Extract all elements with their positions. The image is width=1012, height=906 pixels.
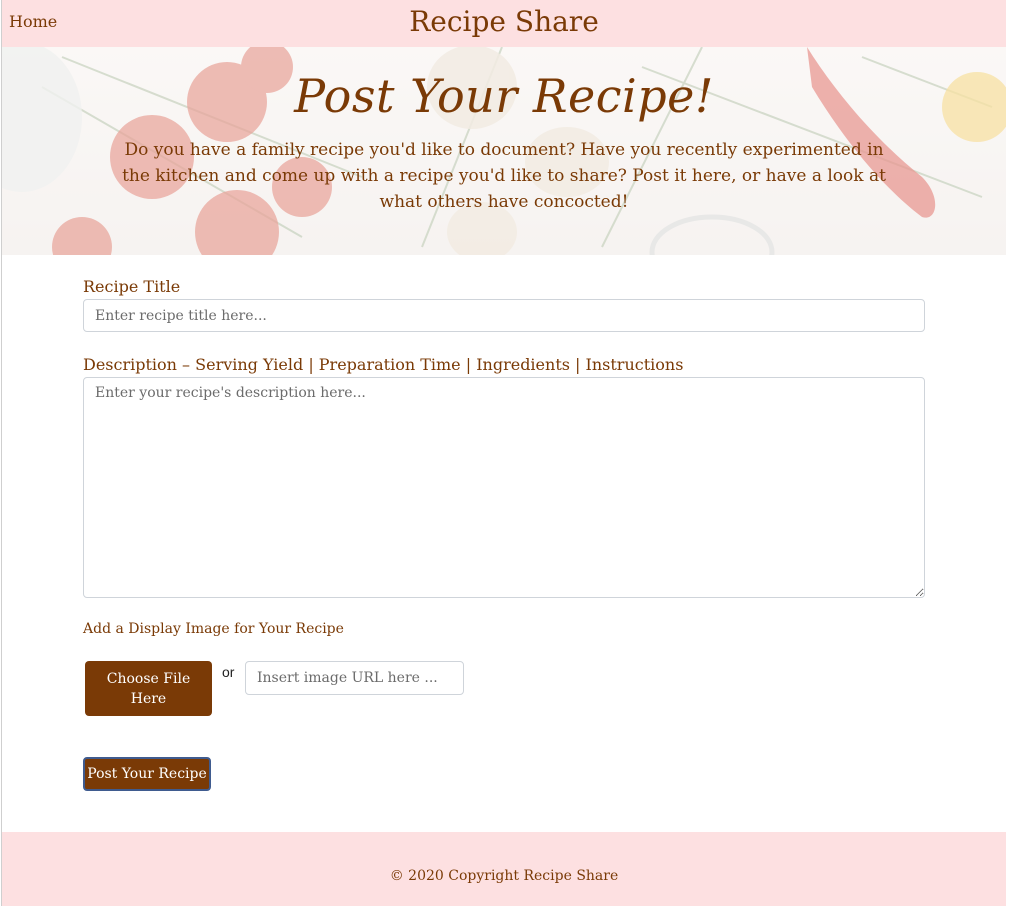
- image-url-input[interactable]: [245, 661, 464, 695]
- footer: © 2020 Copyright Recipe Share: [2, 832, 1006, 906]
- description-label: Description – Serving Yield | Preparatio…: [83, 355, 684, 374]
- description-textarea[interactable]: [83, 377, 925, 598]
- post-recipe-button[interactable]: Post Your Recipe: [83, 757, 211, 791]
- recipe-title-input[interactable]: [83, 299, 925, 332]
- or-separator: or: [222, 664, 235, 680]
- brand-title: Recipe Share: [409, 5, 599, 38]
- hero-intro-text: Do you have a family recipe you'd like t…: [122, 140, 886, 212]
- hero-banner: Post Your Recipe! Do you have a family r…: [2, 47, 1006, 255]
- display-image-label: Add a Display Image for Your Recipe: [83, 621, 344, 637]
- hero-title: Post Your Recipe!: [294, 69, 714, 123]
- copyright-text: © 2020 Copyright Recipe Share: [389, 868, 619, 884]
- recipe-title-label: Recipe Title: [83, 277, 181, 296]
- navbar: Home Recipe Share: [2, 0, 1006, 47]
- choose-file-label: Choose File Here: [106, 670, 191, 707]
- page-frame: Home Recipe Share Post Your Recipe! Do y…: [1, 0, 1006, 906]
- choose-file-button[interactable]: Choose File Here: [85, 661, 212, 716]
